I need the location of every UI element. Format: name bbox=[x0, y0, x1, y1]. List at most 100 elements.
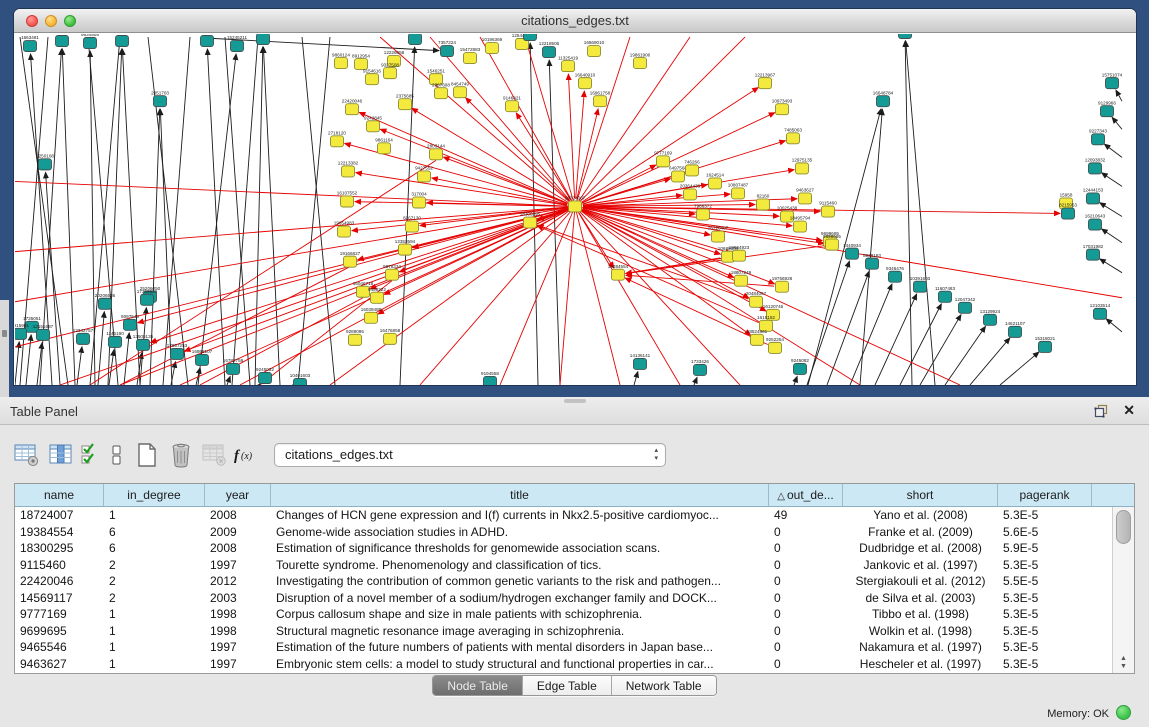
column-header-short[interactable]: short bbox=[843, 484, 998, 506]
graph-node[interactable] bbox=[378, 143, 391, 154]
graph-node[interactable] bbox=[196, 354, 209, 365]
tab-edge-table[interactable]: Edge Table bbox=[523, 676, 612, 695]
graph-node[interactable] bbox=[694, 364, 707, 375]
graph-node[interactable] bbox=[1062, 208, 1075, 219]
graph-node[interactable] bbox=[39, 159, 52, 170]
graph-node[interactable] bbox=[484, 376, 497, 385]
memory-status-indicator[interactable] bbox=[1116, 705, 1131, 720]
graph-node[interactable] bbox=[1087, 249, 1100, 260]
graph-node[interactable] bbox=[588, 46, 601, 57]
graph-node[interactable] bbox=[877, 96, 890, 107]
graph-node[interactable] bbox=[409, 34, 422, 45]
window-titlebar[interactable]: citations_edges.txt bbox=[14, 9, 1136, 33]
graph-node[interactable] bbox=[201, 36, 214, 47]
graph-node[interactable] bbox=[759, 78, 772, 89]
graph-node[interactable] bbox=[776, 281, 789, 292]
scrollbar-arrows-icon[interactable]: ▲▼ bbox=[1113, 655, 1134, 671]
graph-node[interactable] bbox=[506, 101, 519, 112]
column-header-out_de[interactable]: △out_de... bbox=[769, 484, 843, 506]
graph-node[interactable] bbox=[634, 358, 647, 369]
graph-node[interactable] bbox=[124, 319, 137, 330]
column-header-pagerank[interactable]: pagerank bbox=[998, 484, 1092, 506]
table-row[interactable]: 946554611997Estimation of the future num… bbox=[15, 639, 1134, 656]
graph-node[interactable] bbox=[826, 239, 839, 250]
graph-node[interactable] bbox=[341, 196, 354, 207]
graph-node[interactable] bbox=[686, 165, 699, 176]
graph-node[interactable] bbox=[899, 34, 912, 39]
graph-node[interactable] bbox=[1039, 341, 1052, 352]
table-row[interactable]: 911546021997Tourette syndrome. Phenomeno… bbox=[15, 557, 1134, 574]
graph-node[interactable] bbox=[116, 36, 129, 47]
graph-node[interactable] bbox=[454, 87, 467, 98]
table-row[interactable]: 977716911998Corpus callosum shape and si… bbox=[15, 606, 1134, 623]
graph-node[interactable] bbox=[1089, 163, 1102, 174]
graph-node[interactable] bbox=[435, 88, 448, 99]
graph-node[interactable] bbox=[1092, 134, 1105, 145]
graph-node[interactable] bbox=[757, 199, 770, 210]
graph-node[interactable] bbox=[366, 74, 379, 85]
table-scrollbar[interactable]: ▲▼ bbox=[1112, 507, 1134, 673]
network-canvas[interactable]: 1872400712213382161075521965498319166827… bbox=[15, 34, 1135, 385]
graph-node[interactable] bbox=[612, 269, 625, 280]
graph-node[interactable] bbox=[386, 269, 399, 280]
graph-node[interactable] bbox=[1089, 219, 1102, 230]
graph-node[interactable] bbox=[344, 256, 357, 267]
panel-collapse-handle[interactable] bbox=[2, 330, 7, 337]
graph-node[interactable] bbox=[732, 188, 745, 199]
graph-node[interactable] bbox=[889, 271, 902, 282]
graph-node[interactable] bbox=[672, 171, 685, 182]
graph-node[interactable] bbox=[579, 78, 592, 89]
graph-node[interactable] bbox=[342, 166, 355, 177]
graph-node[interactable] bbox=[367, 121, 380, 132]
graph-node[interactable] bbox=[787, 133, 800, 144]
column-header-year[interactable]: year bbox=[205, 484, 271, 506]
column-header-name[interactable]: name bbox=[15, 484, 104, 506]
graph-node[interactable] bbox=[109, 336, 122, 347]
graph-node[interactable] bbox=[37, 329, 50, 340]
table-selector[interactable]: citations_edges.txt ▴▾ bbox=[274, 443, 666, 467]
graph-node[interactable] bbox=[1087, 193, 1100, 204]
graph-node[interactable] bbox=[939, 291, 952, 302]
graph-node[interactable] bbox=[822, 206, 835, 217]
graph-node[interactable] bbox=[56, 36, 69, 47]
graph-node[interactable] bbox=[709, 178, 722, 189]
graph-node[interactable] bbox=[231, 41, 244, 52]
column-header-title[interactable]: title bbox=[271, 484, 769, 506]
graph-node[interactable] bbox=[735, 275, 748, 286]
column-header-in_degree[interactable]: in_degree bbox=[104, 484, 205, 506]
table-row[interactable]: 1872400712008Changes of HCN gene express… bbox=[15, 507, 1134, 524]
create-column-button[interactable] bbox=[130, 439, 164, 471]
graph-node[interactable] bbox=[171, 348, 184, 359]
graph-node[interactable] bbox=[227, 363, 240, 374]
graph-node[interactable] bbox=[1094, 308, 1107, 319]
graph-node[interactable] bbox=[331, 136, 344, 147]
table-row[interactable]: 946362711997Embryonic stem cells: a mode… bbox=[15, 656, 1134, 673]
graph-node[interactable] bbox=[846, 248, 859, 259]
graph-node[interactable] bbox=[335, 58, 348, 69]
function-builder-button[interactable]: f (x) bbox=[232, 439, 258, 471]
graph-node[interactable] bbox=[486, 43, 499, 54]
graph-node[interactable] bbox=[1101, 106, 1114, 117]
graph-node[interactable] bbox=[750, 296, 763, 307]
graph-node[interactable] bbox=[349, 334, 362, 345]
graph-node[interactable] bbox=[1009, 326, 1022, 337]
graph-node[interactable] bbox=[914, 281, 927, 292]
graph-node[interactable] bbox=[137, 339, 150, 350]
graph-node[interactable] bbox=[634, 58, 647, 69]
graph-node[interactable] bbox=[776, 104, 789, 115]
graph-node[interactable] bbox=[684, 189, 697, 200]
graph-node[interactable] bbox=[984, 314, 997, 325]
graph-node[interactable] bbox=[733, 250, 746, 261]
table-row[interactable]: 1830029562008Estimation of significance … bbox=[15, 540, 1134, 557]
column-visibility-button[interactable] bbox=[44, 439, 78, 471]
graph-node[interactable] bbox=[77, 333, 90, 344]
graph-node[interactable] bbox=[794, 363, 807, 374]
tab-network-table[interactable]: Network Table bbox=[612, 676, 716, 695]
graph-node[interactable] bbox=[866, 258, 879, 269]
graph-node[interactable] bbox=[751, 334, 764, 345]
graph-node[interactable] bbox=[418, 171, 431, 182]
select-columns-button[interactable] bbox=[78, 439, 104, 471]
graph-node[interactable] bbox=[794, 221, 807, 232]
graph-node[interactable] bbox=[84, 38, 97, 49]
scrollbar-thumb[interactable] bbox=[1116, 510, 1131, 544]
